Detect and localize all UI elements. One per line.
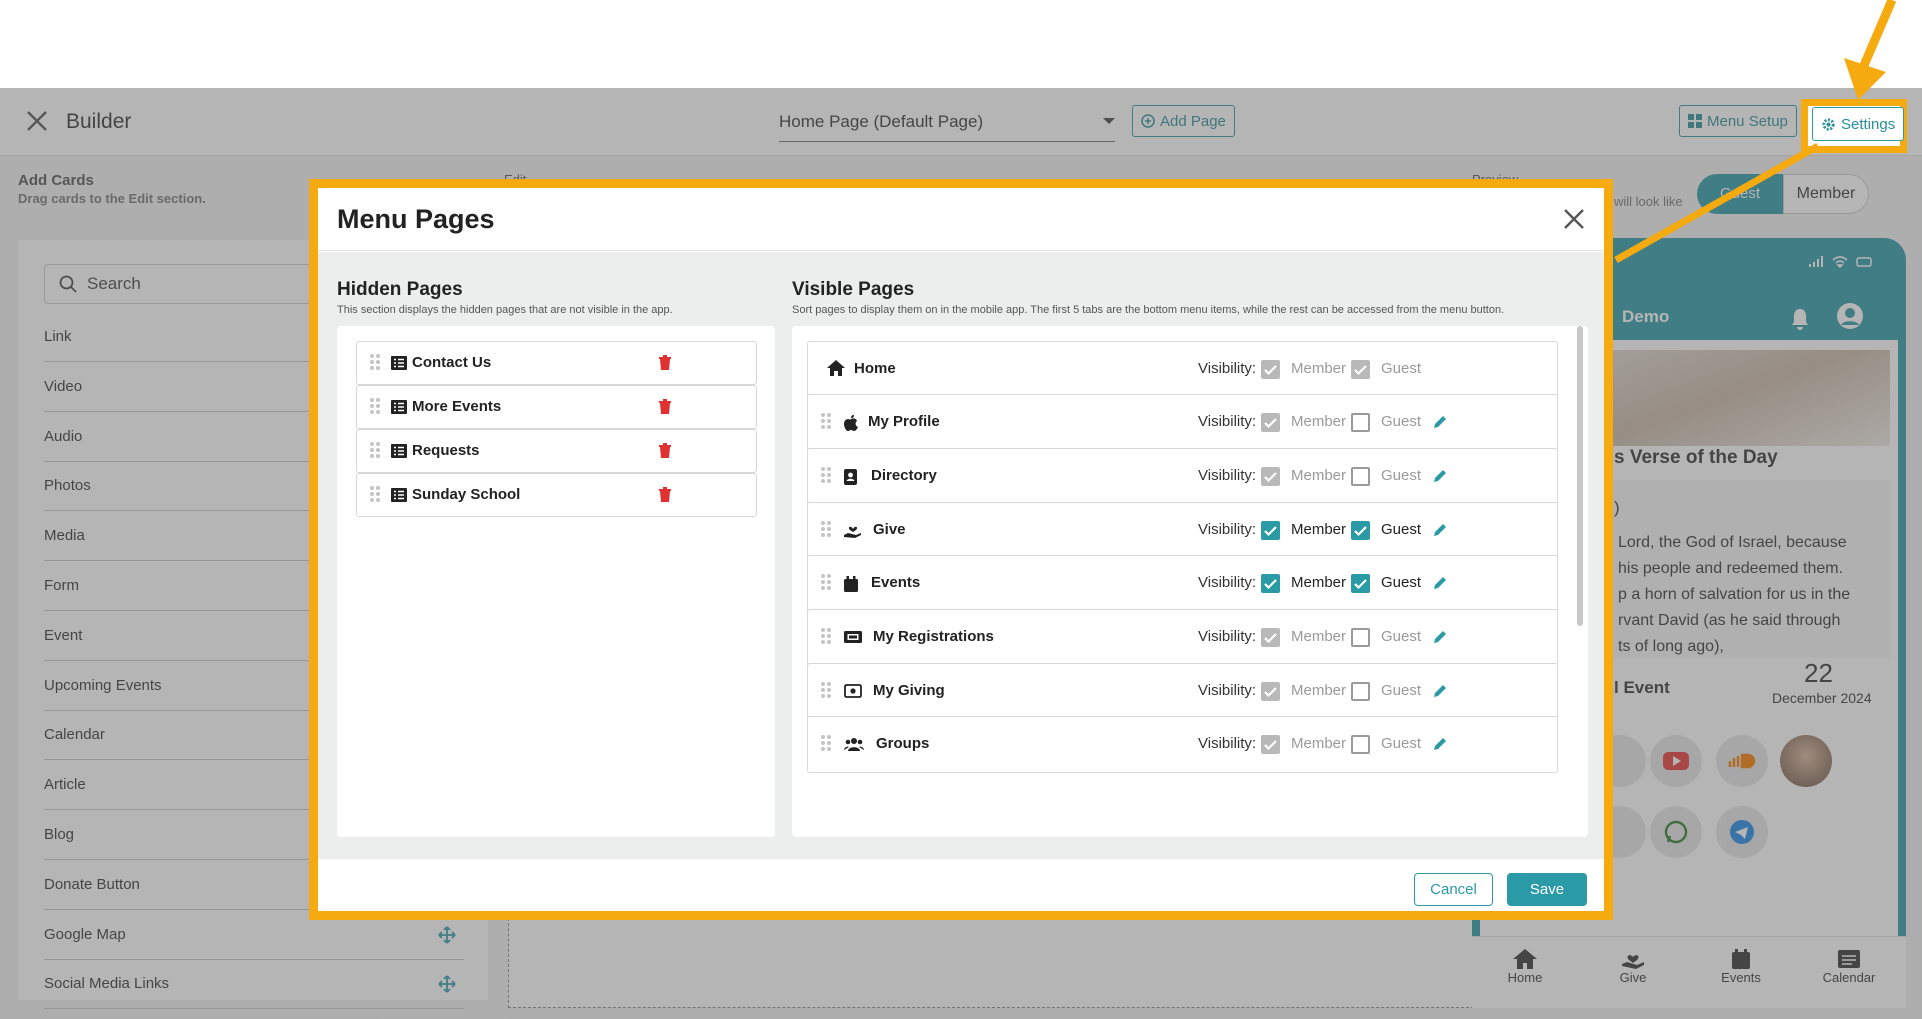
annotation-arrow	[1614, 0, 1897, 264]
modal-highlight-frame	[309, 179, 1613, 920]
